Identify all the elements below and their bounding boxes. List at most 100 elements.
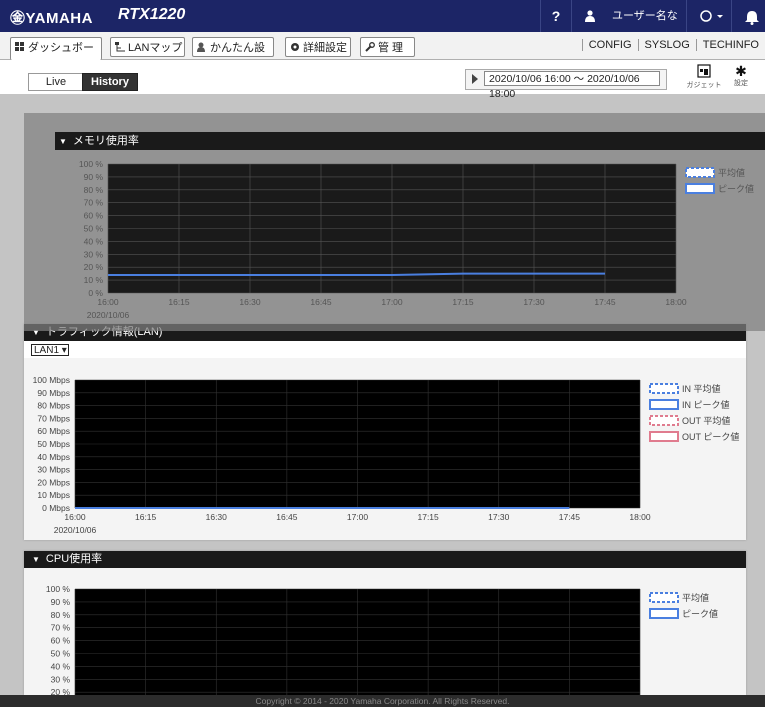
legend-swatch	[649, 608, 679, 619]
memory-panel-header[interactable]: ▼ メモリ使用率	[55, 132, 765, 150]
history-button[interactable]: History	[82, 73, 138, 91]
tab-management[interactable]: 管 理	[360, 37, 415, 57]
main-tabs: ダッシュボード LANマップ かんたん設定 詳細設定 管 理 CONFIGSYS…	[0, 32, 765, 74]
x-tick-label: 17:30	[523, 297, 545, 307]
y-tick-label: 50 Mbps	[37, 439, 70, 449]
y-tick-label: 20 %	[51, 687, 71, 695]
legend-swatch	[685, 183, 715, 194]
x-tick-label: 17:15	[417, 512, 439, 522]
notification-button[interactable]	[731, 0, 765, 32]
cpu-panel: ▼ CPU使用率 100 % 90 % 80 % 70 % 60 % 50 % 40 % 30 …	[24, 551, 746, 695]
legend-swatch	[649, 383, 679, 394]
live-button[interactable]: Live	[28, 73, 84, 91]
legend-label: 平均値	[682, 592, 709, 603]
model-name: RTX1220	[118, 6, 186, 23]
legend-label: OUT ピーク値	[682, 431, 739, 442]
gadget-icon	[697, 64, 711, 78]
y-tick-label: 80 %	[84, 185, 104, 195]
tools-icon	[365, 42, 375, 52]
y-tick-label: 30 Mbps	[37, 465, 70, 475]
memory-panel-drag-overlay: ▼ メモリ使用率 100 % 90 % 80 % 70 % 60 % 50 % 40 % 30 …	[24, 113, 765, 331]
tab-advanced-settings[interactable]: 詳細設定	[285, 37, 351, 57]
legend-label: 平均値	[718, 167, 745, 178]
x-tick-label: 17:45	[559, 512, 581, 522]
x-tick-label: 16:00	[97, 297, 119, 307]
x-tick-label: 16:00	[64, 512, 86, 522]
x-tick-label: 16:15	[135, 512, 157, 522]
config-link[interactable]: CONFIG	[581, 39, 638, 51]
x-tick-label: 17:45	[594, 297, 616, 307]
traffic-chart: 100 Mbps 90 Mbps 80 Mbps 70 Mbps 60 Mbps 50 M…	[33, 375, 740, 535]
y-tick-label: 90 Mbps	[37, 388, 70, 398]
tab-easy-setup[interactable]: かんたん設定	[192, 37, 274, 74]
collapse-arrow-icon: ▼	[32, 555, 40, 564]
x-tick-label: 16:30	[206, 512, 228, 522]
x-tick-label: 18:00	[665, 297, 687, 307]
gear-icon	[291, 43, 299, 51]
status-menu[interactable]	[686, 0, 731, 32]
legend-swatch	[649, 431, 679, 442]
y-tick-label: 60 %	[51, 636, 71, 646]
view-controls: Live History 2020/10/06 16:00 ～ 2020/10/…	[0, 60, 765, 100]
y-tick-label: 20 Mbps	[37, 477, 70, 487]
top-links: CONFIG SYSLOG TECHINFO	[581, 39, 765, 51]
legend-label: OUT 平均値	[682, 415, 730, 426]
legend-swatch	[649, 399, 679, 410]
y-tick-label: 40 %	[51, 661, 71, 671]
user-menu[interactable]: ユーザー名なし	[571, 0, 687, 54]
y-tick-label: 30 %	[51, 674, 71, 684]
y-tick-label: 60 Mbps	[37, 426, 70, 436]
x-tick-label: 17:15	[452, 297, 474, 307]
footer: Copyright © 2014 - 2020 Yamaha Corporati…	[0, 695, 765, 707]
y-tick-label: 10 %	[84, 275, 104, 285]
y-tick-label: 80 %	[51, 610, 71, 620]
time-range-control: 2020/10/06 16:00 ～ 2020/10/06 18:00	[465, 69, 667, 100]
header-bar: ㊎YAMAHA RTX1220 ? ユーザー名なし	[0, 0, 765, 54]
syslog-link[interactable]: SYSLOG	[637, 39, 696, 51]
x-tick-label: 16:45	[310, 297, 332, 307]
y-tick-label: 40 %	[84, 236, 104, 246]
techinfo-link[interactable]: TECHINFO	[695, 39, 765, 51]
cpu-panel-header[interactable]: ▼ CPU使用率	[24, 551, 746, 568]
legend-label: ピーク値	[682, 608, 718, 619]
help-button[interactable]: ?	[540, 0, 571, 32]
y-tick-label: 50 %	[84, 224, 104, 234]
legend-swatch	[649, 592, 679, 603]
settings-label: 設定	[734, 80, 748, 87]
x-tick-label: 16:45	[276, 512, 298, 522]
x-tick-label: 16:30	[239, 297, 261, 307]
tab-dashboard[interactable]: ダッシュボード	[10, 37, 102, 74]
gadget-button[interactable]: ガジェット	[686, 64, 722, 90]
x-date-label: 2020/10/06	[87, 310, 130, 320]
legend-label: ピーク値	[718, 183, 754, 194]
y-tick-label: 50 %	[51, 649, 71, 659]
lan-select[interactable]: LAN1 ▾	[31, 344, 69, 356]
time-range-field[interactable]: 2020/10/06 16:00 ～ 2020/10/06 18:00	[484, 71, 660, 100]
settings-button[interactable]: ✱ 設定	[730, 64, 752, 88]
status-circle-icon	[700, 10, 723, 22]
y-tick-label: 70 %	[84, 198, 104, 208]
y-tick-label: 90 %	[51, 597, 71, 607]
x-tick-label: 18:00	[629, 512, 651, 522]
y-tick-label: 70 %	[51, 623, 71, 633]
y-tick-label: 100 Mbps	[33, 375, 70, 385]
y-tick-label: 60 %	[84, 211, 104, 221]
x-tick-label: 16:15	[168, 297, 190, 307]
memory-panel-title: メモリ使用率	[72, 135, 139, 147]
legend-swatch	[649, 415, 679, 426]
y-tick-label: 100 %	[79, 159, 104, 169]
y-tick-label: 90 %	[84, 172, 104, 182]
bell-icon	[745, 11, 759, 25]
tab-management-label: 管 理	[378, 42, 404, 54]
play-icon[interactable]	[472, 74, 478, 84]
legend-label: IN 平均値	[682, 383, 721, 394]
collapse-arrow-icon: ▼	[59, 137, 67, 146]
gadget-label: ガジェット	[686, 82, 722, 89]
cpu-chart: 100 % 90 % 80 % 70 % 60 % 50 % 40 % 30 % 20 % 平均値…	[46, 584, 718, 695]
y-tick-label: 20 %	[84, 262, 104, 272]
legend-label: IN ピーク値	[682, 399, 730, 410]
tab-lanmap[interactable]: LANマップ	[110, 37, 185, 57]
tab-advanced-settings-label: 詳細設定	[303, 42, 347, 54]
memory-chart: 100 % 90 % 80 % 70 % 60 % 50 % 40 % 30 % 20 % 10 …	[79, 159, 754, 320]
x-tick-label: 17:00	[347, 512, 369, 522]
